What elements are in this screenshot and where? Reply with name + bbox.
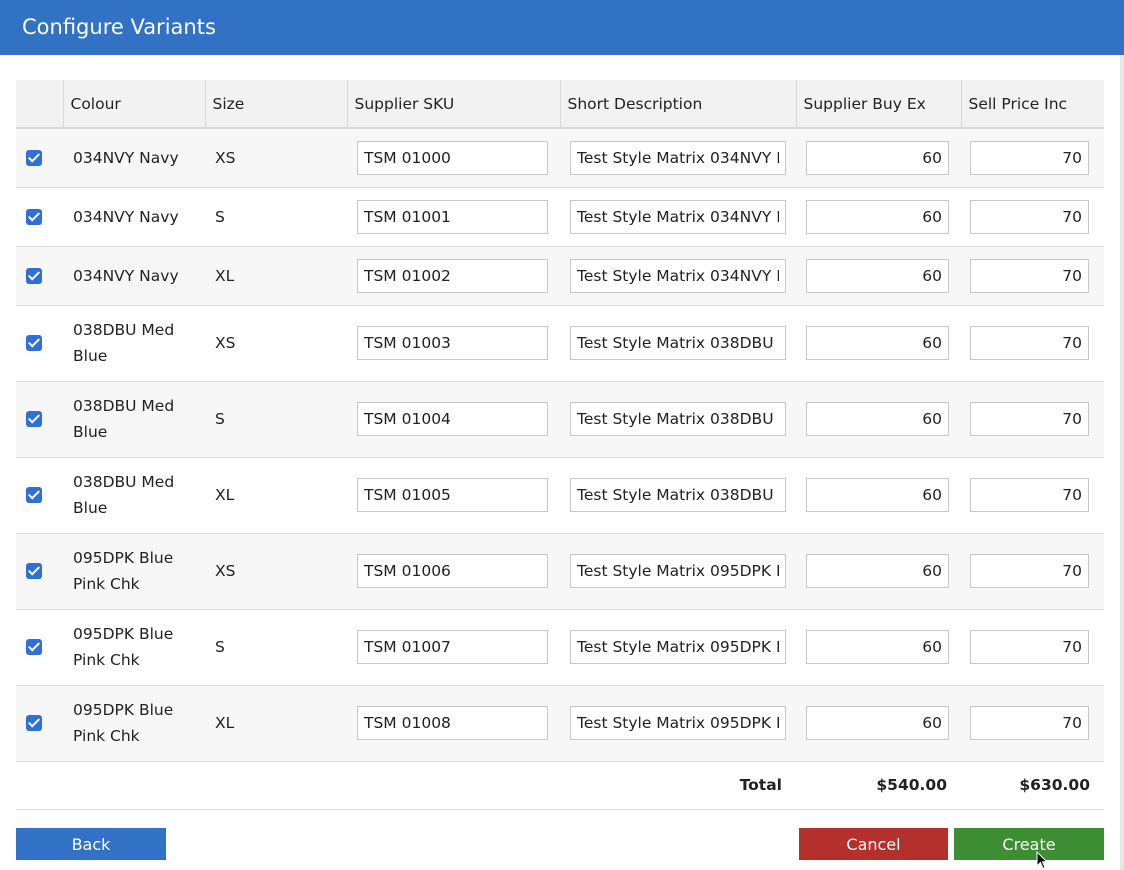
supplier-buy-input[interactable] <box>806 402 949 436</box>
table-row: 095DPK Blue Pink Chk S <box>16 608 1104 685</box>
colour-cell: 095DPK Blue Pink Chk <box>73 701 174 745</box>
short-description-input[interactable] <box>570 478 786 512</box>
sell-price-input[interactable] <box>970 326 1089 360</box>
supplier-sku-input[interactable] <box>357 630 548 664</box>
supplier-buy-input[interactable] <box>806 630 949 664</box>
sell-price-input[interactable] <box>970 478 1089 512</box>
size-cell: XL <box>215 266 235 285</box>
supplier-sku-input[interactable] <box>357 140 548 175</box>
size-cell: S <box>215 410 225 428</box>
total-sell: $630.00 <box>961 760 1104 810</box>
table-row: 038DBU Med Blue S <box>16 380 1104 457</box>
variants-table: Colour Size Supplier SKU Short Descripti… <box>16 80 1104 810</box>
checked-checkbox-icon[interactable] <box>26 487 42 503</box>
table-row: 038DBU Med Blue XL <box>16 456 1104 533</box>
header-supplier-sku: Supplier SKU <box>346 80 560 129</box>
dialog-title-bar: Configure Variants <box>0 0 1124 55</box>
size-cell: XS <box>215 562 236 580</box>
supplier-buy-input[interactable] <box>806 478 949 512</box>
short-description-input[interactable] <box>570 706 786 740</box>
supplier-sku-input[interactable] <box>357 478 548 512</box>
checked-checkbox-icon[interactable] <box>26 411 42 427</box>
size-cell: XS <box>215 334 236 352</box>
size-cell: XS <box>215 148 236 167</box>
short-description-input[interactable] <box>570 140 786 175</box>
checked-checkbox-icon[interactable] <box>26 639 42 655</box>
colour-cell: 095DPK Blue Pink Chk <box>73 625 174 669</box>
header-short-description: Short Description <box>559 80 796 129</box>
supplier-sku-input[interactable] <box>357 258 548 293</box>
scrollbar[interactable] <box>1120 55 1124 870</box>
short-description-input[interactable] <box>570 199 786 234</box>
short-description-input[interactable] <box>570 326 786 360</box>
sell-price-input[interactable] <box>970 630 1089 664</box>
checked-checkbox-icon[interactable] <box>26 267 42 284</box>
table-row: 034NVY Navy XS <box>16 127 1104 187</box>
total-buy: $540.00 <box>796 760 961 810</box>
colour-cell: 038DBU Med Blue <box>73 397 175 441</box>
header-supplier-buy-ex: Supplier Buy Ex <box>795 80 961 129</box>
sell-price-input[interactable] <box>970 402 1089 436</box>
header-select <box>16 80 63 129</box>
sell-price-input[interactable] <box>970 554 1089 588</box>
short-description-input[interactable] <box>570 258 786 293</box>
size-cell: XL <box>215 486 235 504</box>
short-description-input[interactable] <box>570 402 786 436</box>
colour-cell: 095DPK Blue Pink Chk <box>73 549 174 593</box>
supplier-sku-input[interactable] <box>357 554 548 588</box>
header-sell-price-inc: Sell Price Inc <box>960 80 1104 129</box>
supplier-buy-input[interactable] <box>806 326 949 360</box>
supplier-sku-input[interactable] <box>357 199 548 234</box>
supplier-sku-input[interactable] <box>357 326 548 360</box>
cancel-button[interactable]: Cancel <box>799 828 948 860</box>
supplier-buy-input[interactable] <box>806 199 949 234</box>
create-button[interactable]: Create <box>954 828 1104 860</box>
sell-price-input[interactable] <box>970 258 1089 293</box>
supplier-buy-input[interactable] <box>806 258 949 293</box>
table-row: 095DPK Blue Pink Chk XS <box>16 532 1104 609</box>
supplier-buy-input[interactable] <box>806 554 949 588</box>
checked-checkbox-icon[interactable] <box>26 208 42 225</box>
colour-cell: 034NVY Navy <box>73 266 179 285</box>
colour-cell: 034NVY Navy <box>73 148 179 167</box>
dialog-title: Configure Variants <box>22 15 216 39</box>
size-cell: XL <box>215 714 235 732</box>
sell-price-input[interactable] <box>970 140 1089 175</box>
checked-checkbox-icon[interactable] <box>26 335 42 351</box>
supplier-buy-input[interactable] <box>806 140 949 175</box>
header-colour: Colour <box>62 80 205 129</box>
table-row: 095DPK Blue Pink Chk XL <box>16 684 1104 761</box>
sell-price-input[interactable] <box>970 706 1089 740</box>
size-cell: S <box>215 638 225 656</box>
supplier-sku-input[interactable] <box>357 706 548 740</box>
back-button[interactable]: Back <box>16 828 166 860</box>
total-label: Total <box>16 760 796 810</box>
short-description-input[interactable] <box>570 554 786 588</box>
total-row: Total $540.00 $630.00 <box>16 760 1104 810</box>
mouse-pointer-icon <box>1036 851 1048 870</box>
colour-cell: 038DBU Med Blue <box>73 321 175 365</box>
colour-cell: 038DBU Med Blue <box>73 473 175 517</box>
table-header-row: Colour Size Supplier SKU Short Descripti… <box>16 80 1104 129</box>
table-row: 034NVY Navy XL <box>16 245 1104 305</box>
sell-price-input[interactable] <box>970 199 1089 234</box>
checked-checkbox-icon[interactable] <box>26 563 42 579</box>
colour-cell: 034NVY Navy <box>73 207 179 226</box>
short-description-input[interactable] <box>570 630 786 664</box>
header-size: Size <box>204 80 347 129</box>
size-cell: S <box>215 207 225 226</box>
checked-checkbox-icon[interactable] <box>26 715 42 731</box>
table-row: 038DBU Med Blue XS <box>16 304 1104 381</box>
table-row: 034NVY Navy S <box>16 186 1104 246</box>
supplier-buy-input[interactable] <box>806 706 949 740</box>
checked-checkbox-icon[interactable] <box>26 149 42 166</box>
supplier-sku-input[interactable] <box>357 402 548 436</box>
